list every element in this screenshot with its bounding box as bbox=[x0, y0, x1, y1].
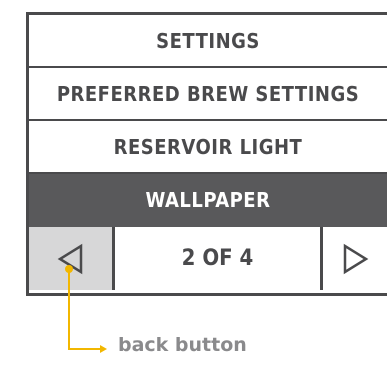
callout-line-horizontal bbox=[68, 348, 102, 350]
pager: 2 OF 4 bbox=[29, 227, 387, 290]
device-screen: SETTINGS PREFERRED BREW SETTINGS RESERVO… bbox=[26, 12, 387, 296]
menu-item-wallpaper[interactable]: WALLPAPER bbox=[29, 174, 387, 227]
menu-item-label: SETTINGS bbox=[156, 28, 260, 53]
callout-label: back button bbox=[118, 334, 247, 356]
forward-button[interactable] bbox=[323, 227, 387, 290]
menu-item-preferred-brew-settings[interactable]: PREFERRED BREW SETTINGS bbox=[29, 68, 387, 121]
page: SETTINGS PREFERRED BREW SETTINGS RESERVO… bbox=[0, 0, 387, 365]
menu-item-reservoir-light[interactable]: RESERVOIR LIGHT bbox=[29, 121, 387, 174]
menu-item-settings[interactable]: SETTINGS bbox=[29, 15, 387, 68]
page-counter-text: 2 OF 4 bbox=[181, 246, 254, 271]
menu-item-label: PREFERRED BREW SETTINGS bbox=[56, 81, 360, 106]
back-button[interactable] bbox=[29, 227, 115, 290]
menu-item-label: RESERVOIR LIGHT bbox=[113, 134, 303, 159]
right-triangle-icon bbox=[343, 243, 369, 274]
callout-line-vertical bbox=[68, 268, 70, 350]
menu-item-label: WALLPAPER bbox=[145, 187, 271, 212]
page-counter: 2 OF 4 bbox=[115, 227, 323, 290]
callout-arrow-icon bbox=[100, 345, 107, 353]
